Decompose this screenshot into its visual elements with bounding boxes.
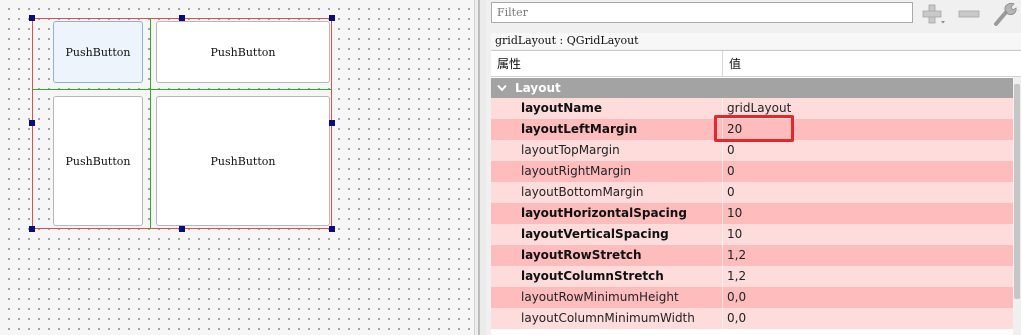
remove-property-button[interactable] bbox=[955, 2, 983, 26]
group-layout-row[interactable]: Layout bbox=[491, 78, 1013, 98]
property-row-layout-right-margin[interactable]: layoutRightMargin 0 bbox=[491, 161, 1013, 182]
property-table[interactable]: 属性 值 Layout layoutName gridLayout layout… bbox=[491, 50, 1021, 335]
filter-input[interactable] bbox=[491, 2, 913, 23]
property-name: layoutTopMargin bbox=[521, 143, 620, 157]
annotation-highlight-box bbox=[714, 115, 794, 142]
form-canvas[interactable]: PushButton PushButton PushButton PushBut… bbox=[0, 0, 474, 335]
selection-handle-right[interactable] bbox=[329, 120, 335, 126]
minus-icon bbox=[958, 10, 980, 18]
selection-handle-top[interactable] bbox=[179, 15, 185, 21]
selection-handle-top-left[interactable] bbox=[29, 15, 35, 21]
property-value[interactable]: 10 bbox=[727, 224, 742, 245]
group-label: Layout bbox=[515, 81, 561, 95]
column-divider bbox=[722, 287, 723, 308]
panel-splitter[interactable] bbox=[474, 0, 486, 335]
designer-window: PushButton PushButton PushButton PushBut… bbox=[0, 0, 1021, 335]
property-row-layout-bottom-margin[interactable]: layoutBottomMargin 0 bbox=[491, 182, 1013, 203]
add-property-button[interactable] bbox=[918, 2, 948, 26]
push-button-1[interactable]: PushButton bbox=[53, 21, 143, 83]
property-value[interactable]: 1,2 bbox=[727, 266, 746, 287]
header-value[interactable]: 值 bbox=[723, 51, 1013, 77]
column-divider bbox=[722, 182, 723, 203]
property-name: layoutRightMargin bbox=[521, 164, 632, 178]
grid-line-vertical bbox=[150, 18, 151, 229]
column-divider bbox=[722, 245, 723, 266]
property-row-layout-top-margin[interactable]: layoutTopMargin 0 bbox=[491, 140, 1013, 161]
property-name: layoutVerticalSpacing bbox=[521, 227, 669, 241]
configure-button[interactable] bbox=[990, 2, 1021, 26]
property-value[interactable]: 10 bbox=[727, 203, 742, 224]
property-value[interactable]: 0 bbox=[727, 140, 735, 161]
selection-handle-bottom-left[interactable] bbox=[29, 226, 35, 232]
property-row-layout-column-minimum-width[interactable]: layoutColumnMinimumWidth 0,0 bbox=[491, 308, 1013, 329]
splitter-handle[interactable] bbox=[478, 0, 480, 335]
selection-handle-bottom[interactable] bbox=[179, 226, 185, 232]
property-value[interactable]: 0,0 bbox=[727, 287, 746, 308]
property-row-layout-row-minimum-height[interactable]: layoutRowMinimumHeight 0,0 bbox=[491, 287, 1013, 308]
scrollbar-thumb[interactable] bbox=[1014, 84, 1020, 299]
column-divider bbox=[722, 308, 723, 329]
property-name: layoutColumnStretch bbox=[521, 269, 664, 283]
header-property[interactable]: 属性 bbox=[491, 51, 722, 77]
property-row-layout-row-stretch[interactable]: layoutRowStretch 1,2 bbox=[491, 245, 1013, 266]
property-value[interactable]: 0 bbox=[727, 182, 735, 203]
selection-handle-top-right[interactable] bbox=[329, 15, 335, 21]
selection-handle-bottom-right[interactable] bbox=[329, 226, 335, 232]
property-table-header: 属性 值 bbox=[491, 51, 1021, 77]
column-divider bbox=[722, 140, 723, 161]
property-row-layout-horizontal-spacing[interactable]: layoutHorizontalSpacing 10 bbox=[491, 203, 1013, 224]
column-divider bbox=[722, 224, 723, 245]
push-button-3[interactable]: PushButton bbox=[53, 96, 143, 226]
push-button-2[interactable]: PushButton bbox=[156, 21, 330, 83]
object-class-label: gridLayout : QGridLayout bbox=[491, 33, 1021, 49]
property-row-layout-vertical-spacing[interactable]: layoutVerticalSpacing 10 bbox=[491, 224, 1013, 245]
selection-handle-left[interactable] bbox=[29, 120, 35, 126]
property-value[interactable]: 0 bbox=[727, 161, 735, 182]
column-divider bbox=[722, 161, 723, 182]
wrench-icon bbox=[994, 2, 1017, 26]
column-divider bbox=[722, 203, 723, 224]
property-name: layoutRowStretch bbox=[521, 248, 642, 262]
column-divider bbox=[722, 266, 723, 287]
property-value[interactable]: 1,2 bbox=[727, 245, 746, 266]
property-name: layoutLeftMargin bbox=[521, 122, 638, 136]
property-value[interactable]: 0,0 bbox=[727, 308, 746, 329]
property-name: layoutName bbox=[521, 101, 602, 115]
property-name: layoutColumnMinimumWidth bbox=[521, 311, 695, 325]
grid-line-horizontal bbox=[32, 89, 332, 90]
property-name: layoutHorizontalSpacing bbox=[521, 206, 687, 220]
push-button-4[interactable]: PushButton bbox=[156, 96, 330, 226]
chevron-down-icon[interactable] bbox=[496, 78, 508, 98]
property-row-layout-column-stretch[interactable]: layoutColumnStretch 1,2 bbox=[491, 266, 1013, 287]
property-name: layoutBottomMargin bbox=[521, 185, 644, 199]
plus-icon bbox=[922, 4, 945, 24]
property-name: layoutRowMinimumHeight bbox=[521, 290, 679, 304]
